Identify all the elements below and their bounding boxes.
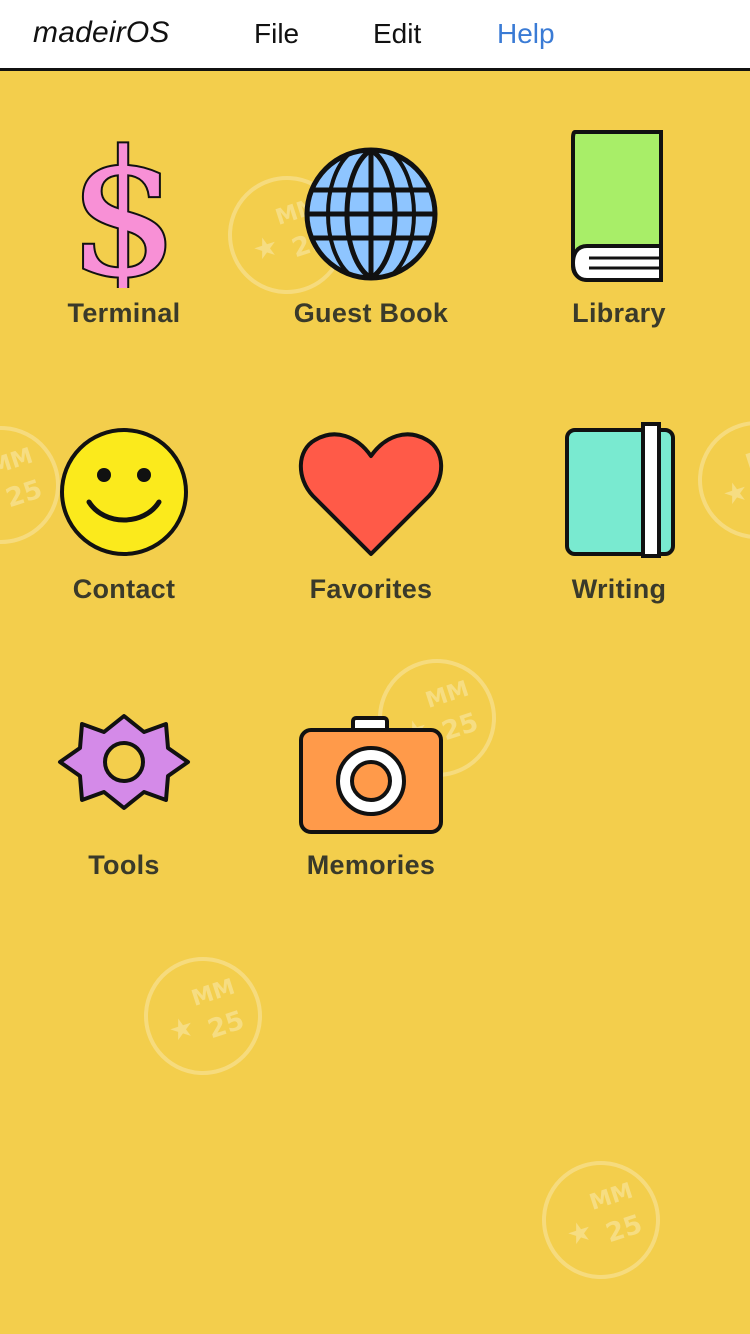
camera-icon xyxy=(299,716,443,834)
app-memories[interactable]: Memories xyxy=(248,680,494,930)
dollar-icon: $ xyxy=(67,128,180,288)
gear-icon xyxy=(58,714,190,810)
app-terminal[interactable]: $ Terminal xyxy=(1,128,247,378)
app-label: Contact xyxy=(72,574,176,604)
app-favorites[interactable]: Favorites xyxy=(248,404,494,654)
notebook-icon xyxy=(565,422,675,558)
app-writing[interactable]: Writing xyxy=(496,404,742,654)
book-icon xyxy=(570,130,663,282)
app-label: Writing xyxy=(571,574,667,604)
app-label: Favorites xyxy=(309,574,433,604)
menu-file[interactable]: File xyxy=(254,18,299,50)
app-tools[interactable]: Tools xyxy=(1,680,247,930)
app-contact[interactable]: Contact xyxy=(1,404,247,654)
app-label: Tools xyxy=(88,850,160,880)
globe-icon xyxy=(304,147,438,281)
smiley-icon xyxy=(60,428,188,556)
app-guest-book[interactable]: Guest Book xyxy=(248,128,494,378)
app-label: Memories xyxy=(306,850,436,880)
app-label: Library xyxy=(572,298,666,328)
menu-bar: madeirOS File Edit Help xyxy=(0,0,750,71)
stamp-watermark: ★MM25 xyxy=(526,1145,676,1295)
heart-icon xyxy=(298,432,444,556)
stamp-watermark: ★MM25 xyxy=(128,941,278,1091)
app-library[interactable]: Library xyxy=(496,128,742,378)
menu-help[interactable]: Help xyxy=(497,18,555,50)
app-label: Guest Book xyxy=(293,298,449,328)
menu-edit[interactable]: Edit xyxy=(373,18,421,50)
svg-text:$: $ xyxy=(69,128,178,288)
app-label: Terminal xyxy=(67,298,181,328)
os-brand-logo[interactable]: madeirOS xyxy=(33,16,170,50)
desktop: ★MM25 ★MM25 ★MM25 ★MM25 ★MM25 ★MM25 $ Te… xyxy=(0,71,750,1334)
